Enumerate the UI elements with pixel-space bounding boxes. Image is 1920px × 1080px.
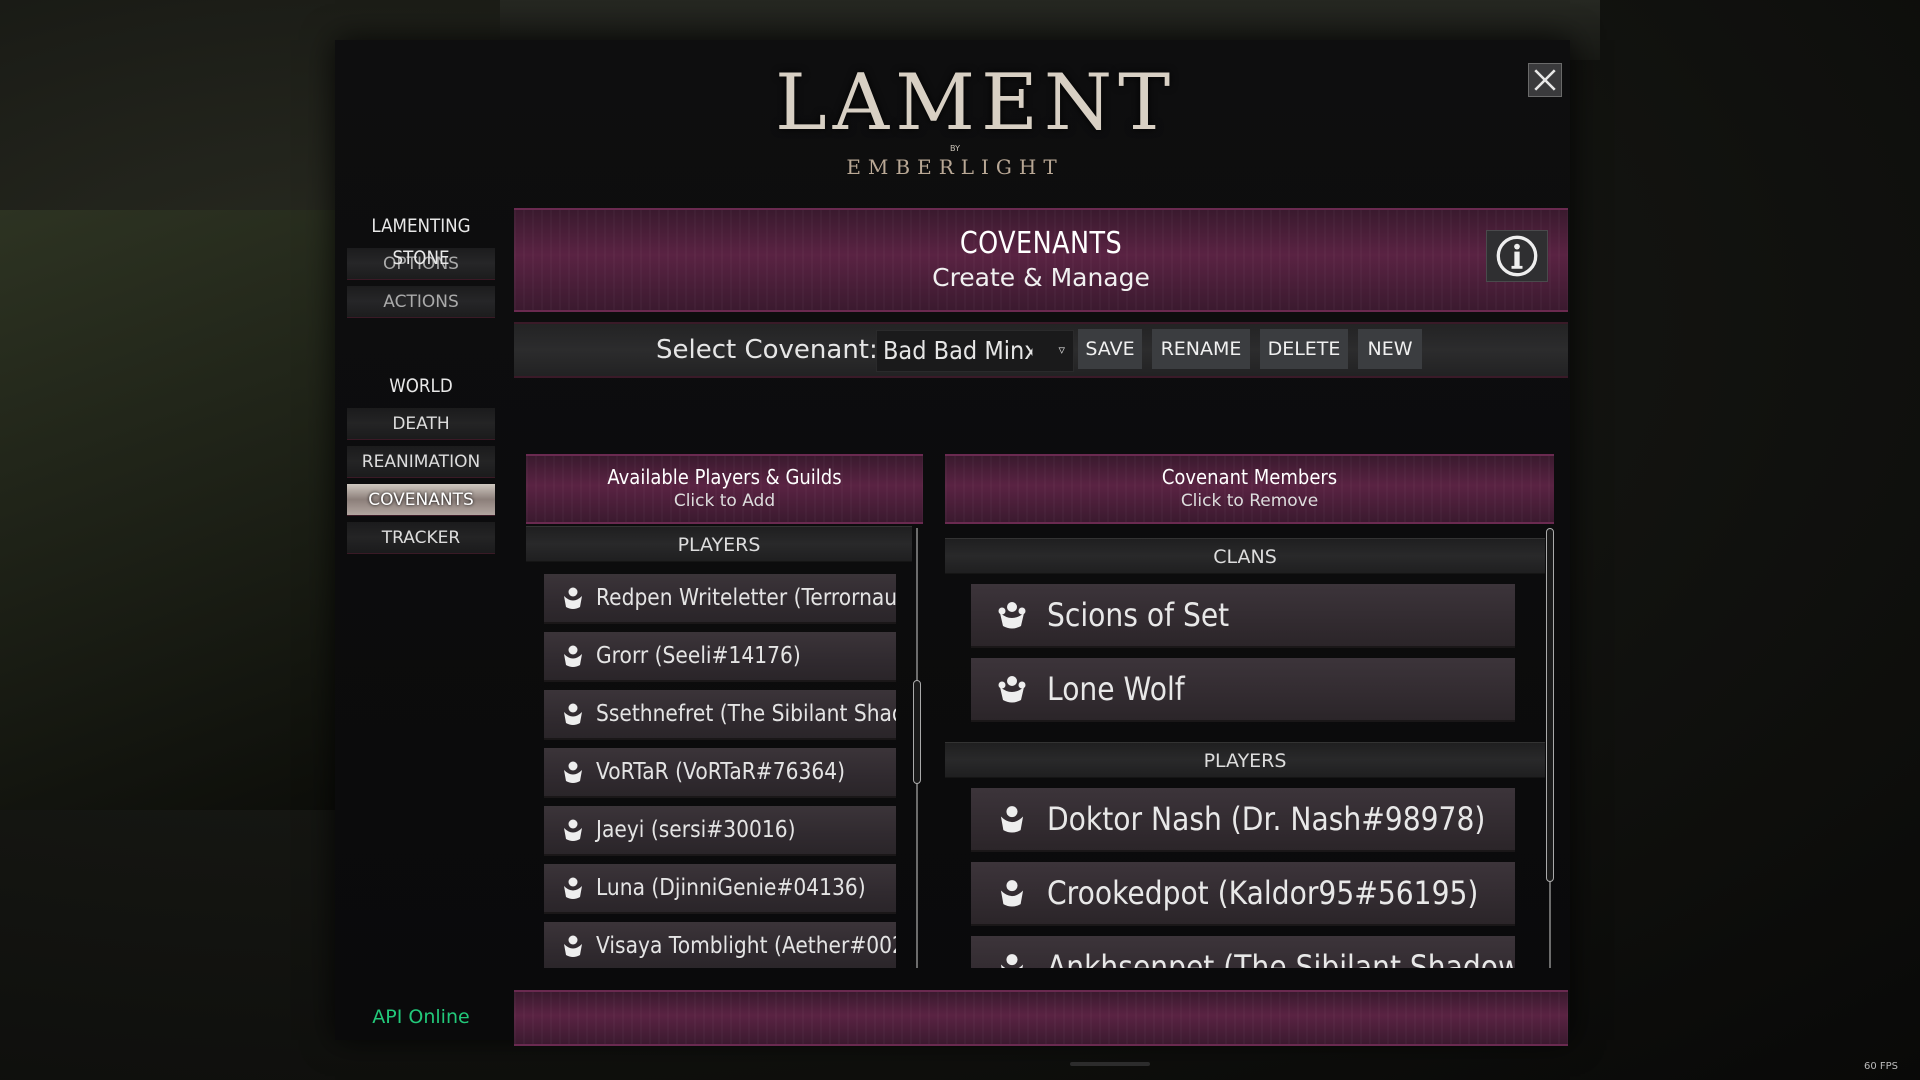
new-button[interactable]: NEW: [1358, 329, 1422, 369]
player-icon: [564, 645, 582, 667]
close-icon: [1534, 69, 1556, 91]
clan-icon: [998, 602, 1026, 629]
logo-subtitle: EMBERLIGHT: [846, 155, 1064, 179]
player-icon: [1000, 954, 1024, 968]
fps-counter: 60 FPS: [1863, 1061, 1898, 1072]
sidebar-header: LAMENTING STONE: [371, 215, 471, 269]
page-title-bar: COVENANTS Create & Manage: [514, 208, 1568, 312]
list-item[interactable]: Scions of Set: [971, 584, 1515, 648]
player-icon: [564, 877, 582, 899]
list-item[interactable]: Grorr (Seeli#14176): [544, 632, 896, 682]
covenant-select-value: Bad Bad Minxes: [883, 336, 1032, 365]
background-hill: [0, 210, 340, 810]
select-covenant-label: Select Covenant:: [656, 335, 878, 365]
sidebar-item-actions[interactable]: ACTIONS: [347, 286, 495, 318]
available-panel-subtitle: Click to Add: [673, 491, 776, 511]
chevron-down-icon: ▿: [1058, 343, 1065, 358]
available-panel-header: Available Players & Guilds Click to Add: [526, 454, 923, 524]
available-scrollbar-thumb[interactable]: [913, 680, 921, 784]
player-icon: [564, 935, 582, 957]
player-icon: [564, 587, 582, 609]
delete-button[interactable]: DELETE: [1260, 329, 1348, 369]
page-title: COVENANTS: [959, 226, 1123, 261]
clan-icon: [998, 676, 1026, 703]
sidebar-item-tracker[interactable]: TRACKER: [347, 522, 495, 554]
members-panel-title: Covenant Members: [1161, 465, 1338, 489]
sidebar: LAMENTING STONE OPTIONS ACTIONS WORLD DE…: [335, 210, 507, 1040]
member-player-rows: Doktor Nash (Dr. Nash#98978) Crookedpot …: [945, 788, 1545, 968]
player-icon: [1000, 806, 1024, 833]
list-item[interactable]: Crookedpot (Kaldor95#56195): [971, 862, 1515, 926]
covenant-toolbar: Select Covenant: Bad Bad Minxes ▿ SAVE R…: [514, 322, 1568, 378]
covenants-content: COVENANTS Create & Manage Select Covenan…: [514, 208, 1568, 1046]
available-player-rows: Redpen Writeletter (Terrornaut Grorr (Se…: [526, 562, 912, 968]
list-item[interactable]: Doktor Nash (Dr. Nash#98978): [971, 788, 1515, 852]
page-subtitle: Create & Manage: [932, 263, 1150, 292]
list-item[interactable]: Lone Wolf: [971, 658, 1515, 722]
sidebar-item-reanimation[interactable]: REANIMATION: [347, 446, 495, 478]
sidebar-item-covenants[interactable]: COVENANTS: [347, 484, 495, 516]
members-scrollbar-thumb[interactable]: [1546, 528, 1554, 882]
available-panel-title: Available Players & Guilds: [607, 465, 842, 489]
info-button[interactable]: [1486, 230, 1548, 282]
sidebar-world-header: WORLD: [389, 375, 453, 397]
available-players-section: PLAYERS: [526, 526, 912, 562]
list-item[interactable]: Redpen Writeletter (Terrornaut: [544, 574, 896, 624]
game-logo: LAMENT BY EMBERLIGHT: [715, 58, 1195, 192]
save-button[interactable]: SAVE: [1078, 329, 1142, 369]
player-icon: [564, 761, 582, 783]
list-item[interactable]: Ankhsenpet (The Sibilant Shadow#1: [971, 936, 1515, 968]
list-item[interactable]: VoRTaR (VoRTaR#76364): [544, 748, 896, 798]
player-icon: [564, 819, 582, 841]
api-status: API Online: [372, 1006, 470, 1028]
members-panel-header: Covenant Members Click to Remove: [945, 454, 1554, 524]
logo-title: LAMENT: [775, 58, 1177, 148]
player-icon: [564, 703, 582, 725]
member-clan-rows: Scions of Set Lone Wolf: [945, 584, 1545, 728]
footer-bar: [514, 990, 1568, 1046]
list-item[interactable]: Jaeyi (sersi#30016): [544, 806, 896, 856]
members-clans-section: CLANS: [945, 538, 1545, 574]
members-players-section: PLAYERS: [945, 742, 1545, 778]
list-item[interactable]: Ssethnefret (The Sibilant Shadow: [544, 690, 896, 740]
player-icon: [1000, 880, 1024, 907]
list-item[interactable]: Visaya Tomblight (Aether#002: [544, 922, 896, 968]
members-panel-subtitle: Click to Remove: [1180, 491, 1319, 511]
close-button[interactable]: [1528, 63, 1562, 97]
lamenting-stone-window: LAMENT BY EMBERLIGHT LAMENTING STONE OPT…: [335, 40, 1570, 1046]
info-icon: [1496, 235, 1538, 277]
covenant-select[interactable]: Bad Bad Minxes ▿: [876, 330, 1074, 372]
rename-button[interactable]: RENAME: [1152, 329, 1250, 369]
bottom-handle: [1070, 1062, 1150, 1066]
available-players-list[interactable]: PLAYERS Redpen Writeletter (Terrornaut G…: [526, 526, 912, 968]
sidebar-item-death[interactable]: DEATH: [347, 408, 495, 440]
list-item[interactable]: Luna (DjinniGenie#04136): [544, 864, 896, 914]
covenant-members-list[interactable]: CLANS Scions of Set Lone Wolf PLAYERS Do…: [945, 538, 1545, 968]
